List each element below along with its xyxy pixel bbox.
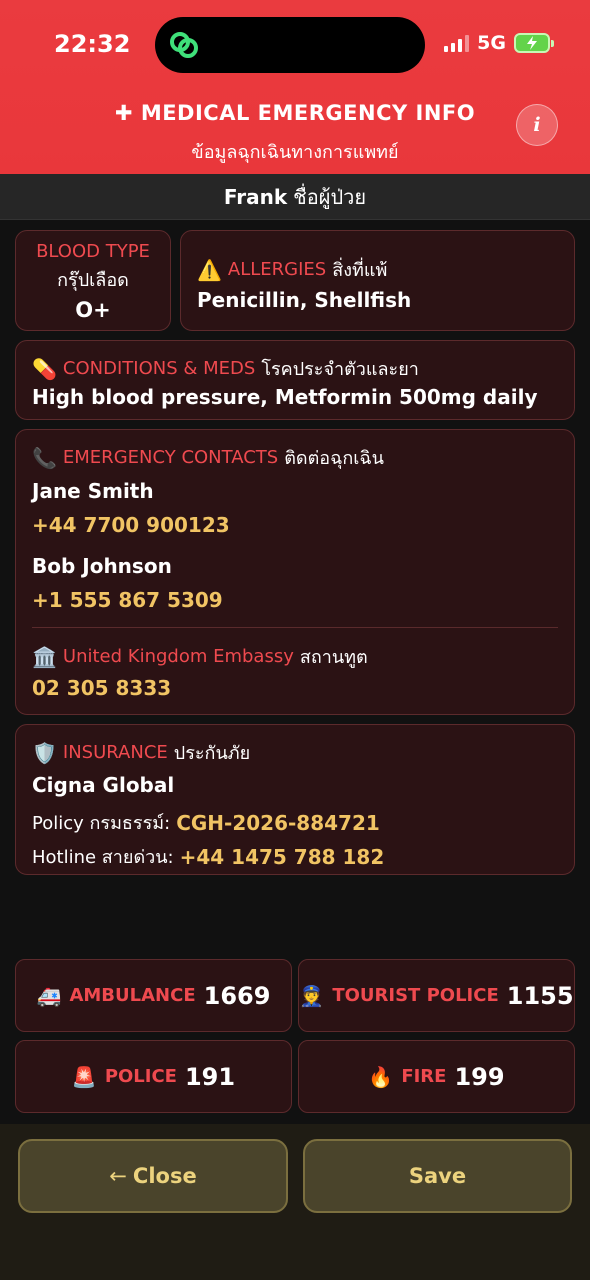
insurance-label-th: ประกันภัย xyxy=(173,743,251,764)
blood-type-card: BLOOD TYPE กรุ๊ปเลือด O+ xyxy=(15,230,171,331)
blood-type-label-th: กรุ๊ปเลือด xyxy=(57,270,129,291)
blood-type-value: O+ xyxy=(75,298,111,322)
close-label: Close xyxy=(132,1164,197,1188)
contacts-divider xyxy=(32,627,558,628)
hotline-label: Hotline สายด่วน: xyxy=(32,847,174,868)
pill-icon: 💊 xyxy=(32,356,57,381)
conditions-card: 💊 CONDITIONS & MEDS โรคประจำตัวและยา Hig… xyxy=(15,340,575,420)
close-button[interactable]: ← Close xyxy=(18,1139,288,1213)
conditions-value: High blood pressure, Metformin 500mg dai… xyxy=(32,385,538,409)
battery-icon xyxy=(514,33,554,53)
save-button[interactable]: Save xyxy=(303,1139,572,1213)
tourist-police-button[interactable]: 👮 TOURIST POLICE 1155 xyxy=(298,959,575,1032)
contact-name: Jane Smith xyxy=(32,479,154,503)
network-label: 5G xyxy=(477,32,506,54)
phone-icon: 📞 xyxy=(32,445,57,470)
fire-number: 199 xyxy=(454,1062,505,1091)
medical-cross-icon: ✚ xyxy=(114,101,133,125)
hotline-number[interactable]: +44 1475 788 182 xyxy=(180,845,385,869)
arrow-left-icon: ← xyxy=(109,1164,127,1188)
insurance-card: 🛡️ INSURANCE ประกันภัย Cigna Global Poli… xyxy=(15,724,575,875)
emergency-contacts-card: 📞 EMERGENCY CONTACTS ติดต่อฉุกเฉิน Jane … xyxy=(15,429,575,715)
patient-name: Frank xyxy=(223,184,288,209)
tourist-police-number: 1155 xyxy=(506,981,574,1010)
info-icon: i xyxy=(533,114,541,136)
conditions-label: CONDITIONS & MEDS xyxy=(62,358,256,379)
police-officer-icon: 👮 xyxy=(299,983,325,1008)
allergies-label-th: สิ่งที่แพ้ xyxy=(332,260,388,281)
patient-name-label: ชื่อผู้ป่วย xyxy=(293,184,367,209)
allergies-card: ⚠️ ALLERGIES สิ่งที่แพ้ Penicillin, Shel… xyxy=(180,230,575,331)
save-label: Save xyxy=(408,1164,467,1188)
insurance-provider: Cigna Global xyxy=(32,773,175,797)
header: 22:32 5G ✚ MEDICAL EMERGENCY INFO ข้อมูล… xyxy=(0,0,590,174)
status-right: 5G xyxy=(444,32,554,54)
fire-icon: 🔥 xyxy=(368,1064,394,1089)
contact-phone[interactable]: +44 7700 900123 xyxy=(32,513,230,537)
patient-bar: Frank ชื่อผู้ป่วย xyxy=(0,174,590,220)
ambulance-button[interactable]: 🚑 AMBULANCE 1669 xyxy=(15,959,292,1032)
embassy-icon: 🏛️ xyxy=(32,644,57,669)
dynamic-island xyxy=(155,17,425,73)
policy-number: CGH-2026-884721 xyxy=(176,810,380,835)
contacts-label-th: ติดต่อฉุกเฉิน xyxy=(284,448,384,469)
ambulance-number: 1669 xyxy=(203,981,271,1010)
warning-icon: ⚠️ xyxy=(197,257,222,282)
signal-icon xyxy=(444,34,470,52)
insurance-label: INSURANCE xyxy=(62,742,168,763)
embassy-phone[interactable]: 02 305 8333 xyxy=(32,676,171,700)
contact-name: Bob Johnson xyxy=(32,554,172,578)
allergies-label: ALLERGIES xyxy=(227,259,327,280)
allergies-value: Penicillin, Shellfish xyxy=(197,288,412,312)
embassy-label: United Kingdom Embassy xyxy=(62,646,294,667)
contact-phone[interactable]: +1 555 867 5309 xyxy=(32,588,223,612)
police-number: 191 xyxy=(184,1062,236,1091)
policy-label: Policy กรมธรรม์: xyxy=(32,813,171,834)
shield-icon: 🛡️ xyxy=(32,740,57,765)
siren-icon: 🚨 xyxy=(71,1064,97,1089)
ambulance-icon: 🚑 xyxy=(36,983,62,1008)
embassy-label-th: สถานทูต xyxy=(299,647,368,668)
page-title: ✚ MEDICAL EMERGENCY INFO xyxy=(114,101,476,125)
tourist-police-label: TOURIST POLICE xyxy=(332,985,499,1006)
blood-type-label: BLOOD TYPE xyxy=(36,241,150,262)
police-button[interactable]: 🚨 POLICE 191 xyxy=(15,1040,292,1113)
status-time: 22:32 xyxy=(54,30,131,58)
page-subtitle: ข้อมูลฉุกเฉินทางการแพทย์ xyxy=(191,142,399,163)
link-icon xyxy=(170,32,198,58)
fire-label: FIRE xyxy=(401,1066,447,1087)
ambulance-label: AMBULANCE xyxy=(69,985,196,1006)
contacts-label: EMERGENCY CONTACTS xyxy=(62,447,279,468)
fire-button[interactable]: 🔥 FIRE 199 xyxy=(298,1040,575,1113)
info-button[interactable]: i xyxy=(516,104,558,146)
conditions-label-th: โรคประจำตัวและยา xyxy=(261,359,419,380)
police-label: POLICE xyxy=(104,1066,177,1087)
